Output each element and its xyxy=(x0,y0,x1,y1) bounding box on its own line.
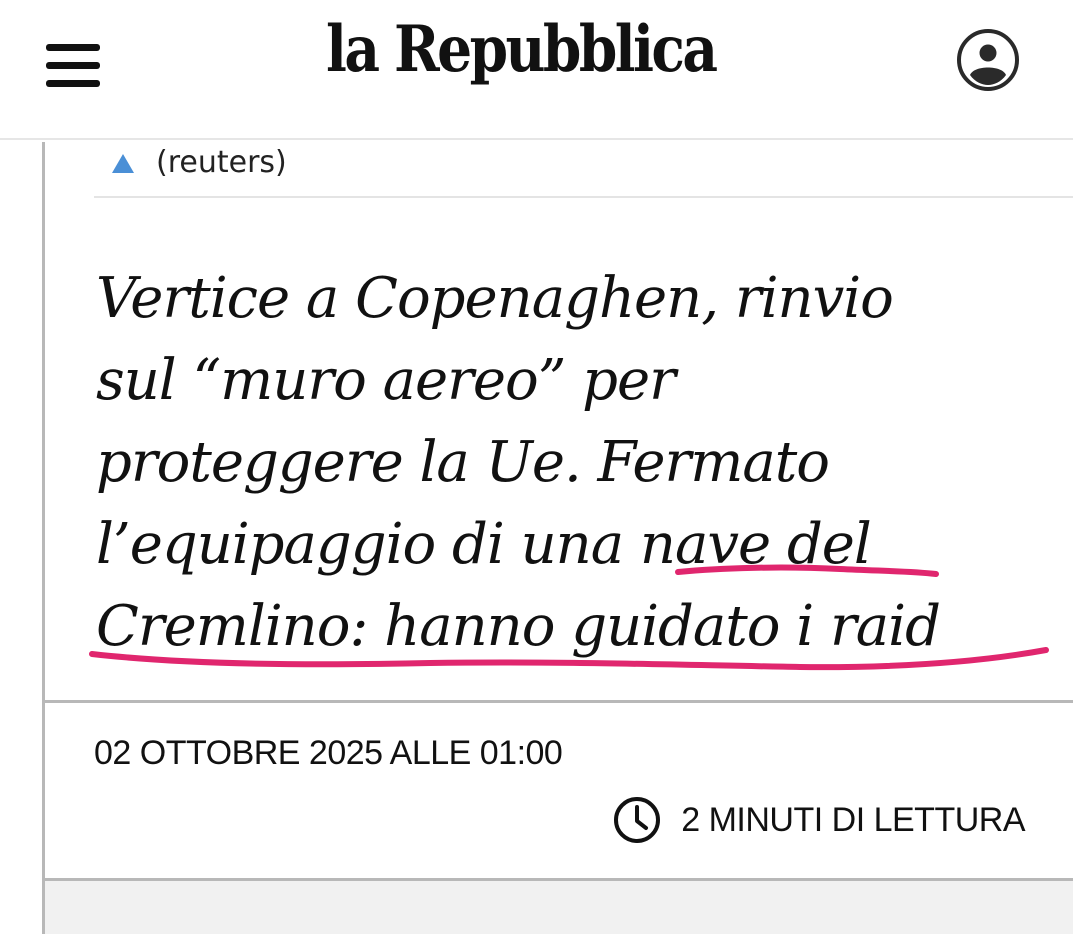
reading-time-text: 2 MINUTI DI LETTURA xyxy=(681,800,1025,839)
menu-bar xyxy=(46,44,100,51)
caption-divider xyxy=(94,196,1073,198)
site-logo[interactable]: la Repubblica xyxy=(326,12,718,87)
headline-line: l’equipaggio di una nave del xyxy=(96,512,872,577)
hamburger-menu-icon[interactable] xyxy=(46,44,100,88)
menu-bar xyxy=(46,80,100,87)
article-headline: Vertice a Copenaghen, rinvio sul “muro a… xyxy=(96,258,1036,668)
menu-bar xyxy=(46,62,100,69)
content-panel xyxy=(45,881,1073,934)
clock-icon xyxy=(614,797,661,843)
photo-caption: (reuters) xyxy=(112,142,287,182)
headline-line: Vertice a Copenaghen, rinvio xyxy=(96,266,894,331)
reading-time: 2 MINUTI DI LETTURA xyxy=(613,796,1025,844)
photo-caption-text: (reuters) xyxy=(156,144,287,180)
user-account-icon[interactable] xyxy=(956,28,1020,92)
left-divider xyxy=(42,142,45,934)
headline-line: proteggere la Ue. Fermato xyxy=(96,430,830,495)
meta-divider xyxy=(44,700,1073,703)
article-page: la Repubblica (reuters) Vertice a Copena… xyxy=(0,0,1073,934)
headline-line: sul “muro aereo” per xyxy=(96,348,676,413)
headline-line: Cremlino: hanno guidato i raid xyxy=(96,594,941,659)
publish-date: 02 OTTOBRE 2025 ALLE 01:00 xyxy=(94,734,563,772)
site-header: la Repubblica xyxy=(0,0,1073,140)
triangle-up-icon[interactable] xyxy=(112,153,134,173)
